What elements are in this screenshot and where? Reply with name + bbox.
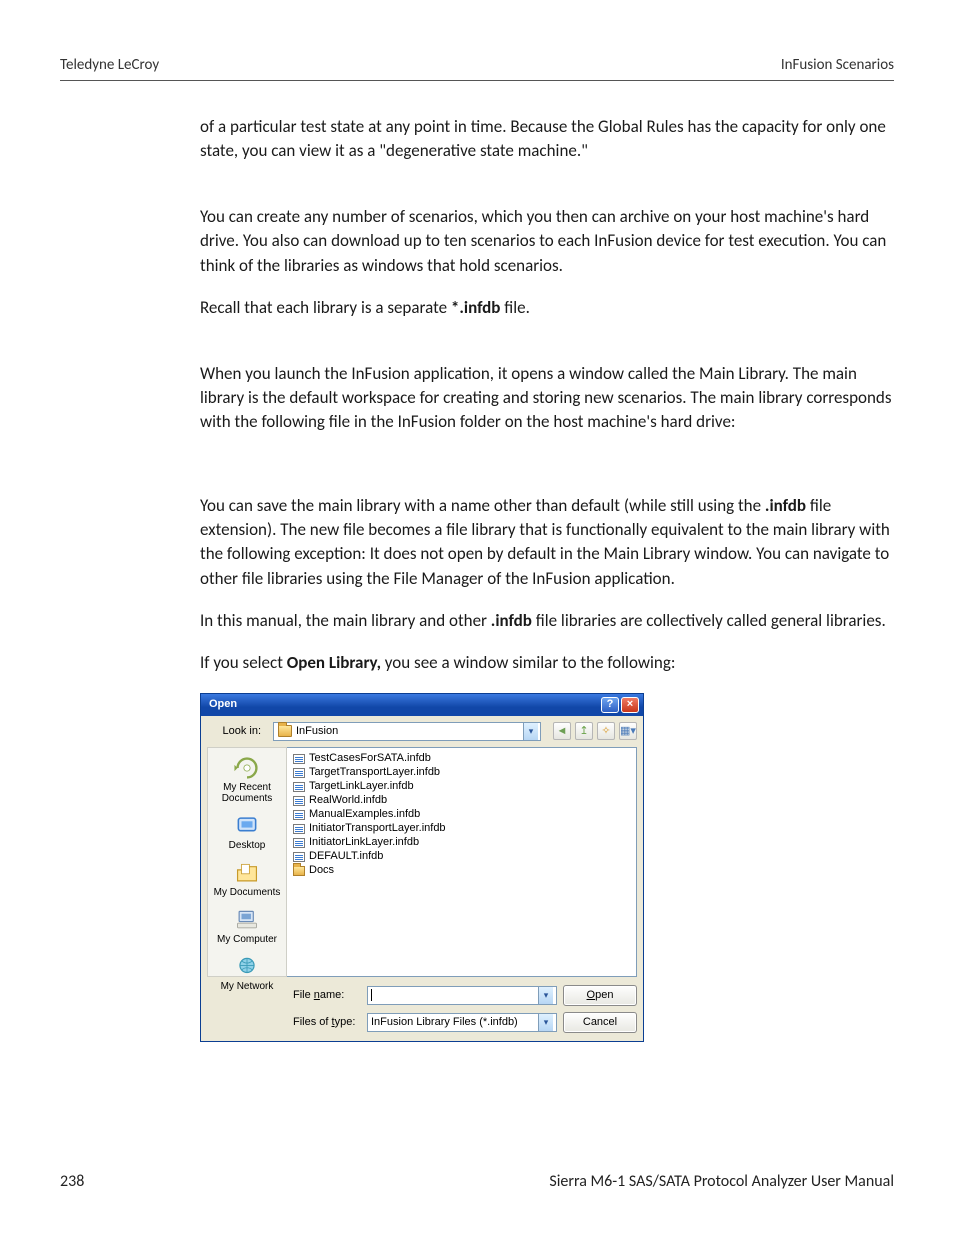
up-folder-icon[interactable]: ↥ bbox=[575, 722, 593, 740]
recent-icon bbox=[233, 756, 261, 780]
mynet-icon bbox=[233, 955, 261, 979]
filename-label: File name: bbox=[293, 988, 361, 1004]
header-left: Teledyne LeCroy bbox=[60, 56, 159, 74]
folder-icon bbox=[293, 866, 305, 876]
file-icon bbox=[293, 782, 305, 792]
header-right: InFusion Scenarios bbox=[781, 56, 894, 74]
list-item[interactable]: ManualExamples.infdb bbox=[293, 808, 630, 822]
lookin-label: Look in: bbox=[207, 724, 267, 740]
help-icon[interactable]: ? bbox=[601, 697, 619, 713]
place-recent[interactable]: My Recent Documents bbox=[211, 754, 283, 810]
cancel-button[interactable]: Cancel bbox=[563, 1012, 637, 1033]
place-mydocs[interactable]: My Documents bbox=[211, 859, 283, 904]
places-bar: My Recent Documents Desktop bbox=[207, 747, 287, 977]
file-icon bbox=[293, 838, 305, 848]
file-icon bbox=[293, 810, 305, 820]
para-1: of a particular test state at any point … bbox=[200, 115, 894, 163]
file-icon bbox=[293, 824, 305, 834]
mycomp-icon bbox=[233, 908, 261, 932]
list-item[interactable]: DEFAULT.infdb bbox=[293, 850, 630, 864]
open-dialog: Open ? × Look in: InFusion ▾ ◄ ↥ ✧ bbox=[200, 693, 644, 1042]
file-icon bbox=[293, 852, 305, 862]
lookin-value: InFusion bbox=[296, 724, 338, 740]
file-icon bbox=[293, 796, 305, 806]
page-number: 238 bbox=[60, 1172, 84, 1191]
page-footer: 238 Sierra M6-1 SAS/SATA Protocol Analyz… bbox=[60, 1172, 894, 1191]
filetype-combo[interactable]: InFusion Library Files (*.infdb) ▾ bbox=[367, 1013, 557, 1032]
chevron-down-icon[interactable]: ▾ bbox=[523, 723, 538, 740]
para-5: You can save the main library with a nam… bbox=[200, 494, 894, 591]
para-7: If you select Open Library, you see a wi… bbox=[200, 651, 894, 675]
place-mycomp[interactable]: My Computer bbox=[211, 906, 283, 951]
desktop-icon bbox=[233, 814, 261, 838]
list-item[interactable]: TargetLinkLayer.infdb bbox=[293, 780, 630, 794]
list-item[interactable]: RealWorld.infdb bbox=[293, 794, 630, 808]
lookin-combo[interactable]: InFusion ▾ bbox=[273, 722, 541, 741]
header-rule bbox=[60, 80, 894, 81]
file-list[interactable]: TestCasesForSATA.infdb TargetTransportLa… bbox=[287, 747, 637, 977]
manual-title: Sierra M6-1 SAS/SATA Protocol Analyzer U… bbox=[549, 1172, 894, 1191]
back-icon[interactable]: ◄ bbox=[553, 722, 571, 740]
para-4: When you launch the InFusion application… bbox=[200, 362, 894, 434]
chevron-down-icon[interactable]: ▾ bbox=[538, 987, 553, 1004]
views-icon[interactable]: ▦▾ bbox=[619, 722, 637, 740]
place-mynet[interactable]: My Network bbox=[211, 953, 283, 998]
open-button[interactable]: Open bbox=[563, 985, 637, 1006]
file-icon bbox=[293, 754, 305, 764]
chevron-down-icon[interactable]: ▾ bbox=[538, 1014, 553, 1031]
dialog-titlebar[interactable]: Open ? × bbox=[201, 694, 643, 716]
dialog-toolbar: ◄ ↥ ✧ ▦▾ bbox=[553, 722, 637, 740]
dialog-title: Open bbox=[209, 697, 237, 713]
folder-icon bbox=[278, 725, 292, 737]
file-icon bbox=[293, 768, 305, 778]
para-3: Recall that each library is a separate *… bbox=[200, 296, 894, 320]
page-header: Teledyne LeCroy InFusion Scenarios bbox=[60, 56, 894, 74]
filename-input[interactable]: ▾ bbox=[367, 986, 557, 1005]
para-6: In this manual, the main library and oth… bbox=[200, 609, 894, 633]
para-2: You can create any number of scenarios, … bbox=[200, 205, 894, 277]
list-item[interactable]: InitiatorTransportLayer.infdb bbox=[293, 822, 630, 836]
place-desktop[interactable]: Desktop bbox=[211, 812, 283, 857]
body-text: of a particular test state at any point … bbox=[200, 115, 894, 1042]
list-item[interactable]: TargetTransportLayer.infdb bbox=[293, 766, 630, 780]
close-icon[interactable]: × bbox=[621, 697, 639, 713]
list-item[interactable]: TestCasesForSATA.infdb bbox=[293, 752, 630, 766]
filetype-label: Files of type: bbox=[293, 1015, 361, 1031]
mydocs-icon bbox=[233, 861, 261, 885]
new-folder-icon[interactable]: ✧ bbox=[597, 722, 615, 740]
list-item[interactable]: InitiatorLinkLayer.infdb bbox=[293, 836, 630, 850]
list-item-folder[interactable]: Docs bbox=[293, 864, 630, 878]
